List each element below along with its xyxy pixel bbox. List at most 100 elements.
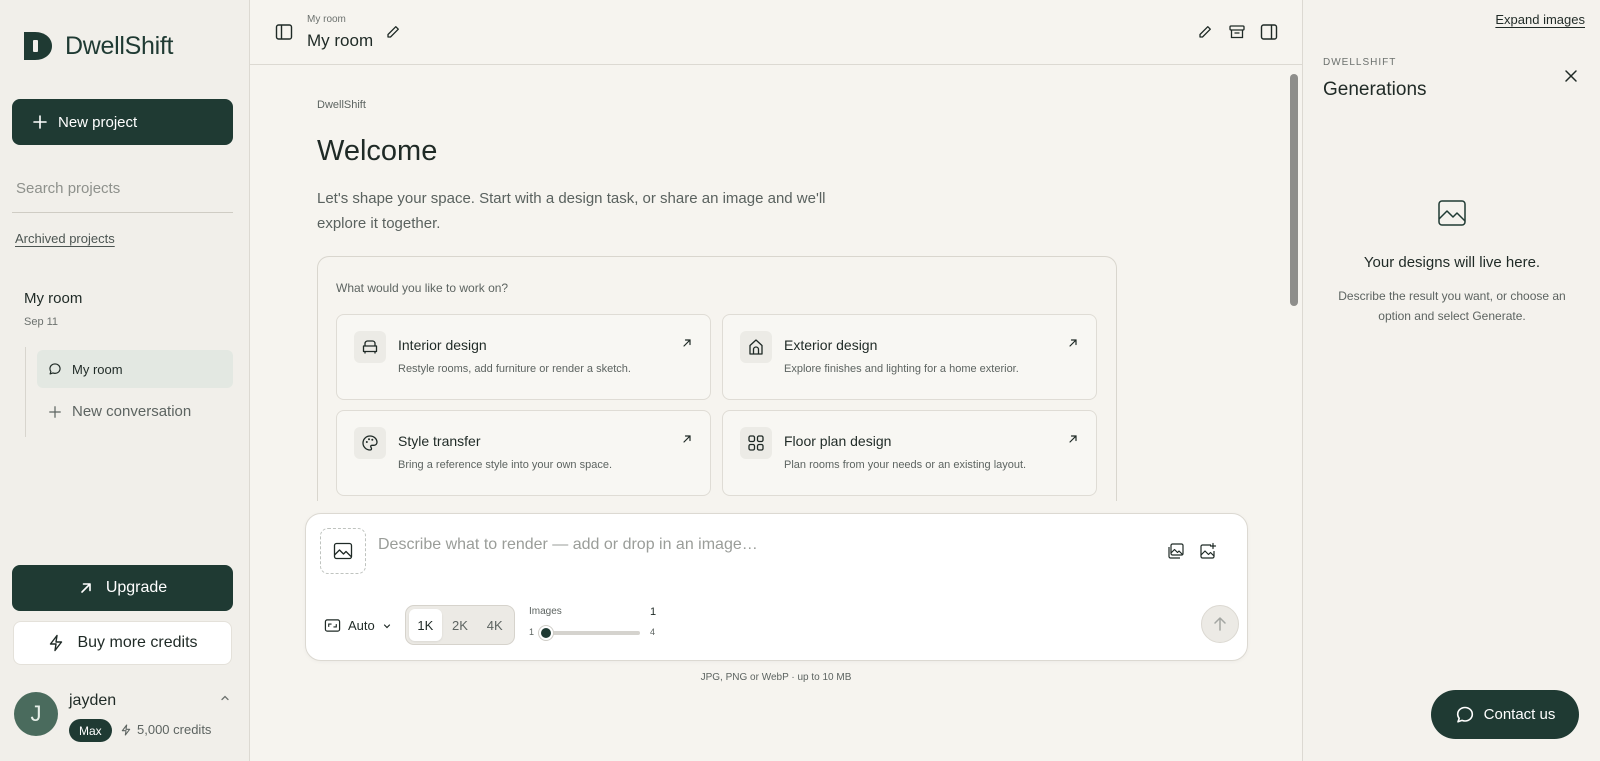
task-title: Style transfer <box>398 433 481 449</box>
task-card-interior-design[interactable]: Interior design Restyle rooms, add furni… <box>336 314 711 400</box>
brand-name: DwellShift <box>65 31 174 60</box>
house-icon <box>749 339 763 355</box>
contact-us-button[interactable]: Contact us <box>1431 690 1579 739</box>
aspect-ratio-value: Auto <box>348 618 375 633</box>
card-icon-wrap <box>740 427 772 459</box>
new-conversation-button[interactable]: New conversation <box>37 403 191 420</box>
conversation-item-my-room[interactable]: My room <box>37 350 233 388</box>
chevron-down-icon <box>383 623 390 628</box>
images-count-label: Images <box>529 606 562 617</box>
image-library-button[interactable] <box>1166 541 1186 561</box>
search-input[interactable] <box>12 180 233 197</box>
image-placeholder-icon <box>1438 200 1466 226</box>
upgrade-button[interactable]: Upgrade <box>12 565 233 611</box>
image-gallery-icon <box>1168 543 1184 559</box>
card-icon-wrap <box>354 331 386 363</box>
plan-badge: Max <box>69 719 112 742</box>
card-icon-wrap <box>740 331 772 363</box>
chat-bubble-icon <box>1456 706 1473 723</box>
search-projects <box>12 180 233 213</box>
slider-max-label: 4 <box>650 627 656 637</box>
empty-state-description: Describe the result you want, or choose … <box>1338 289 1566 323</box>
task-description: Explore finishes and lighting for a home… <box>784 363 1019 375</box>
prompt-input[interactable] <box>378 536 1138 554</box>
pencil-icon <box>387 26 399 38</box>
task-card-exterior-design[interactable]: Exterior design Explore finishes and lig… <box>722 314 1097 400</box>
right-panel-icon <box>1260 24 1278 40</box>
task-card-floor-plan-design[interactable]: Floor plan design Plan rooms from your n… <box>722 410 1097 496</box>
intro-text: Let's shape your space. Start with a des… <box>317 190 826 232</box>
sidebar-panel-icon <box>275 24 293 40</box>
credits-balance: 5,000 credits <box>120 722 211 737</box>
chevron-up-icon[interactable] <box>219 692 231 704</box>
lightning-icon <box>50 634 63 652</box>
arrow-up-right-icon <box>683 435 691 443</box>
page-title: My room <box>307 31 374 50</box>
toggle-sidebar-button[interactable] <box>273 21 295 43</box>
arrow-up-right-icon <box>1069 435 1077 443</box>
breadcrumb[interactable]: My room <box>307 14 346 25</box>
avatar: J <box>14 692 58 736</box>
conversation-label: My room <box>72 361 123 377</box>
prompt-composer: Auto 1K 2K 4K Images 1 1 4 <box>305 513 1248 661</box>
design-tasks-panel: What would you like to work on? Interior… <box>317 256 1117 501</box>
rename-button[interactable] <box>382 21 404 43</box>
chat-bubble-icon <box>49 363 61 375</box>
arrow-up-right-icon <box>1069 339 1077 347</box>
user-account-menu[interactable]: J jayden Max 5,000 credits <box>14 692 236 742</box>
brand-logo[interactable]: DwellShift <box>23 31 173 61</box>
task-title: Floor plan design <box>784 433 892 449</box>
upgrade-label: Upgrade <box>105 579 168 596</box>
generations-panel: Expand images DWELLSHIFT Generations You… <box>1302 0 1600 761</box>
plus-icon <box>49 405 61 418</box>
arrow-up-right-icon <box>81 583 91 593</box>
armchair-icon <box>362 340 378 354</box>
main-area: My room My room DwellShift Welcome Let's… <box>250 0 1302 761</box>
credits-text: 5,000 credits <box>137 722 212 737</box>
empty-state-title: Your designs will live here. <box>1363 254 1541 271</box>
card-icon-wrap <box>354 427 386 459</box>
panel-title: Generations <box>1323 79 1427 100</box>
archive-icon <box>1229 25 1245 39</box>
welcome-heading: Welcome <box>317 135 438 167</box>
buy-more-credits-button[interactable]: Buy more credits <box>13 621 232 665</box>
arrow-up-right-icon <box>683 339 691 347</box>
task-title: Interior design <box>398 337 487 353</box>
edit-button[interactable] <box>1194 21 1216 43</box>
resolution-option-4k[interactable]: 4K <box>478 609 511 641</box>
expand-images-link[interactable]: Expand images <box>1495 12 1585 27</box>
dwellshift-logo-icon <box>24 32 52 60</box>
lightning-icon <box>121 723 131 736</box>
slider-min-label: 1 <box>529 627 535 637</box>
content-scrollbar[interactable] <box>1290 74 1298 306</box>
task-description: Plan rooms from your needs or an existin… <box>784 459 1027 471</box>
content-eyebrow: DwellShift <box>317 99 366 111</box>
images-count-slider-thumb[interactable] <box>539 626 553 640</box>
add-image-button[interactable] <box>1198 541 1218 561</box>
project-date: Sep 11 <box>24 316 59 328</box>
task-title: Exterior design <box>784 337 878 353</box>
images-count-slider-track[interactable] <box>546 631 640 635</box>
archive-button[interactable] <box>1226 21 1248 43</box>
new-project-label: New project <box>58 113 138 131</box>
send-button[interactable] <box>1201 605 1239 643</box>
close-icon[interactable] <box>1563 68 1579 84</box>
aspect-ratio-select[interactable]: Auto <box>324 617 392 634</box>
image-plus-icon <box>1200 542 1217 559</box>
sidebar: DwellShift New project Archived projects… <box>0 0 250 761</box>
task-description: Restyle rooms, add furniture or render a… <box>398 363 631 375</box>
images-count-value: 1 <box>650 606 657 618</box>
file-format-hint: JPG, PNG or WebP · up to 10 MB <box>700 672 852 683</box>
panel-eyebrow: DWELLSHIFT <box>1323 57 1397 68</box>
contact-us-label: Contact us <box>1483 706 1556 723</box>
image-upload-slot[interactable] <box>320 528 366 574</box>
new-project-button[interactable]: New project <box>12 99 233 145</box>
resolution-option-1k[interactable]: 1K <box>409 609 442 641</box>
toggle-right-panel-button[interactable] <box>1258 21 1280 43</box>
resolution-segmented-control: 1K 2K 4K <box>405 605 515 645</box>
archived-projects-link[interactable]: Archived projects <box>15 231 115 246</box>
task-card-style-transfer[interactable]: Style transfer Bring a reference style i… <box>336 410 711 496</box>
project-title[interactable]: My room <box>24 290 82 307</box>
user-name: jayden <box>69 692 117 709</box>
resolution-option-2k[interactable]: 2K <box>444 609 477 641</box>
